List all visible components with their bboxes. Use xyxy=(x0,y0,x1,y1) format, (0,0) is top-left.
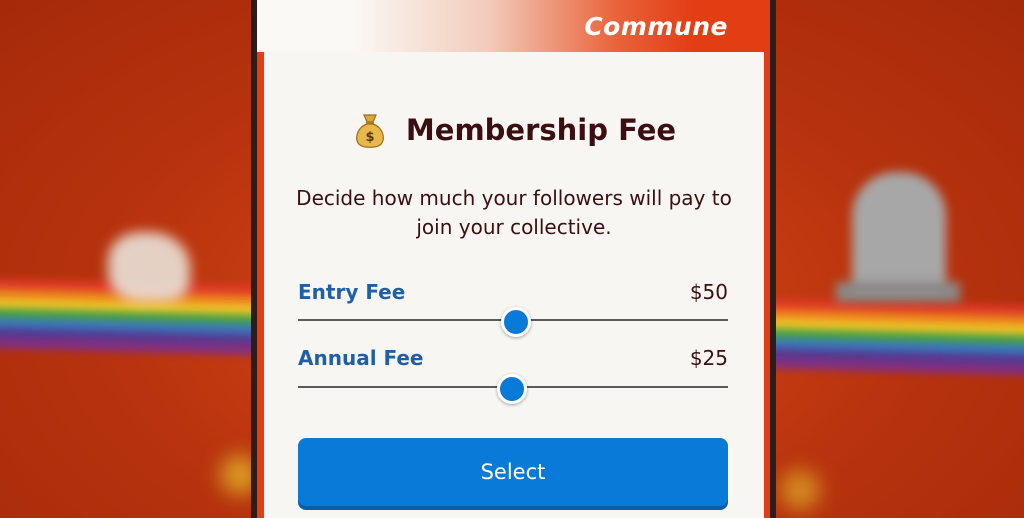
annual-fee-value: $25 xyxy=(689,346,728,370)
annual-fee-row: Annual Fee $25 xyxy=(298,346,728,374)
phone-frame-right xyxy=(770,0,776,518)
dialog-header: Commune xyxy=(257,0,770,52)
entry-fee-row: Entry Fee $50 xyxy=(298,280,728,308)
header-title: Commune xyxy=(584,12,728,41)
membership-fee-dialog: Commune $ Membership Fee Decide how much… xyxy=(257,0,770,518)
svg-text:$: $ xyxy=(365,130,374,145)
slider-thumb[interactable] xyxy=(501,307,531,337)
annual-fee-slider[interactable] xyxy=(298,372,728,404)
dialog-body: $ Membership Fee Decide how much your fo… xyxy=(264,52,764,518)
dialog-description: Decide how much your followers will pay … xyxy=(296,186,732,239)
select-button-label: Select xyxy=(480,460,546,484)
select-button[interactable]: Select xyxy=(298,438,728,506)
tombstone-icon xyxy=(852,172,946,292)
entry-fee-value: $50 xyxy=(689,280,728,304)
money-bag-icon: $ xyxy=(352,111,388,149)
tombstone-base xyxy=(836,282,960,302)
background-light xyxy=(780,470,820,510)
dialog-title: Membership Fee xyxy=(405,113,677,147)
background-creature xyxy=(108,232,190,302)
entry-fee-label: Entry Fee xyxy=(298,280,406,304)
dialog-title-row: $ Membership Fee xyxy=(264,108,764,152)
entry-fee-slider[interactable] xyxy=(298,305,728,337)
slider-thumb[interactable] xyxy=(496,374,527,404)
annual-fee-label: Annual Fee xyxy=(298,346,424,370)
